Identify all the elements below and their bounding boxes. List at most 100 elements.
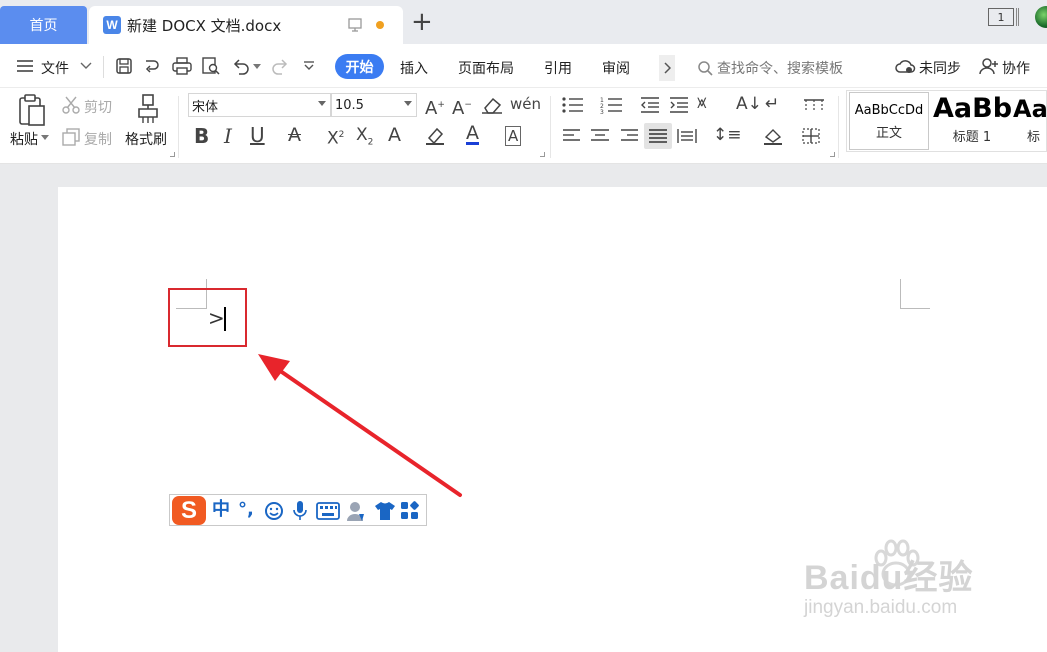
- font-name-value: 宋体: [192, 99, 219, 115]
- window-count-badge[interactable]: 1: [988, 8, 1014, 26]
- tab-insert[interactable]: 插入: [400, 58, 428, 78]
- format-painter-button[interactable]: 格式刷: [125, 129, 167, 149]
- collaborate-icon[interactable]: [979, 57, 999, 75]
- style-sample: Aa: [1013, 95, 1047, 123]
- document-tab-title: 新建 DOCX 文档.docx: [127, 16, 282, 35]
- style-caption: 正文: [875, 126, 902, 141]
- print-icon[interactable]: [172, 57, 192, 75]
- chevron-down-icon: [404, 101, 412, 106]
- style-caption: 标题 1: [952, 130, 992, 145]
- quick-access-more-icon[interactable]: [302, 60, 316, 72]
- command-search[interactable]: 查找命令、搜索模板: [697, 58, 843, 78]
- copy-icon[interactable]: [61, 128, 81, 146]
- clipboard-launcher[interactable]: [170, 152, 175, 157]
- document-tab[interactable]: W 新建 DOCX 文档.docx: [89, 6, 403, 44]
- italic-icon[interactable]: I: [224, 126, 232, 146]
- phonetic-guide-icon[interactable]: wén: [510, 95, 541, 113]
- chevron-down-icon[interactable]: [80, 61, 92, 71]
- redo-icon[interactable]: [270, 57, 290, 75]
- show-marks-icon[interactable]: ↵: [765, 95, 779, 113]
- baidu-paw-watermark-icon: [874, 539, 920, 587]
- chevron-down-icon: [318, 101, 326, 106]
- export-icon[interactable]: [143, 57, 163, 75]
- undo-icon[interactable]: [231, 57, 251, 75]
- svg-text:3: 3: [600, 109, 604, 114]
- copy-button[interactable]: 复制: [84, 129, 112, 149]
- sync-status[interactable]: 未同步: [919, 58, 961, 78]
- ribbon-start: 粘贴 剪切 复制 格式刷 宋体 10.5 A+ A− wén B I U A X…: [0, 88, 1047, 164]
- search-icon: [698, 61, 713, 76]
- increase-indent-icon[interactable]: [668, 96, 690, 114]
- sort-icon[interactable]: A↓: [736, 95, 762, 113]
- distribute-icon[interactable]: [677, 128, 697, 144]
- paragraph-launcher[interactable]: [830, 152, 835, 157]
- paste-dropdown-icon[interactable]: [41, 135, 49, 141]
- file-menu[interactable]: 文件: [41, 58, 69, 78]
- tab-page-layout[interactable]: 页面布局: [458, 58, 514, 78]
- paste-icon[interactable]: [17, 93, 47, 127]
- new-tab-button[interactable]: +: [411, 9, 433, 35]
- superscript-icon[interactable]: X2: [327, 126, 344, 148]
- align-left-icon[interactable]: [562, 128, 582, 144]
- scissors-icon[interactable]: [61, 96, 81, 114]
- divider: [178, 96, 179, 158]
- tab-ruler-icon[interactable]: [803, 98, 825, 112]
- decrease-font-icon[interactable]: A−: [452, 96, 472, 118]
- cut-button[interactable]: 剪切: [84, 97, 112, 117]
- menu-icon[interactable]: [16, 58, 34, 74]
- line-spacing-icon[interactable]: ↕≡: [713, 126, 742, 144]
- decrease-indent-icon[interactable]: [639, 96, 661, 114]
- tab-references[interactable]: 引用: [544, 58, 572, 78]
- chinese-layout-icon[interactable]: ⩙: [697, 94, 707, 112]
- font-color-icon[interactable]: A: [466, 124, 479, 145]
- save-icon[interactable]: [115, 57, 133, 75]
- print-preview-icon[interactable]: [201, 57, 221, 75]
- tab-start[interactable]: 开始: [335, 54, 384, 79]
- divider: [550, 96, 551, 158]
- paste-button[interactable]: 粘贴: [10, 129, 38, 149]
- increase-font-icon[interactable]: A+: [425, 96, 445, 118]
- title-bar: 首页 W 新建 DOCX 文档.docx + 1: [0, 0, 1047, 44]
- shading-icon[interactable]: [762, 127, 784, 145]
- menu-bar: 文件 开始 插入 页面布局 引用 审阅 查找命令、搜索模板 未同步 协作: [0, 44, 1047, 88]
- text-effect-icon[interactable]: A: [388, 126, 401, 145]
- char-border-icon[interactable]: A: [505, 126, 522, 146]
- command-search-placeholder: 查找命令、搜索模板: [717, 61, 843, 77]
- align-right-icon[interactable]: [619, 128, 639, 144]
- font-size-select[interactable]: 10.5: [331, 93, 417, 117]
- bullet-list-icon[interactable]: [561, 96, 585, 114]
- strikethrough-icon[interactable]: A: [288, 126, 301, 145]
- font-name-select[interactable]: 宋体: [188, 93, 331, 117]
- more-tabs-button[interactable]: [659, 55, 675, 81]
- style-gallery: AaBbCcDd 正文 AaBb 标题 1 Aa 标: [846, 90, 1047, 152]
- underline-icon[interactable]: U: [250, 125, 265, 145]
- borders-icon[interactable]: [801, 127, 821, 145]
- window-list-icon[interactable]: [1016, 8, 1019, 26]
- justify-button[interactable]: [644, 123, 672, 149]
- align-center-icon[interactable]: [590, 128, 610, 144]
- collaborate-button[interactable]: 协作: [1002, 58, 1030, 78]
- numbered-list-icon[interactable]: 123: [600, 96, 624, 114]
- style-heading-1[interactable]: AaBb 标题 1: [933, 92, 1013, 150]
- home-tab[interactable]: 首页: [0, 6, 87, 44]
- style-caption: 标: [1027, 130, 1041, 145]
- font-launcher[interactable]: [540, 152, 545, 157]
- subscript-icon[interactable]: X2: [356, 126, 373, 151]
- style-sample: AaBb: [933, 93, 1013, 124]
- divider: [103, 56, 104, 78]
- undo-dropdown-icon[interactable]: [253, 64, 261, 70]
- bold-icon[interactable]: B: [194, 126, 209, 146]
- font-size-value: 10.5: [335, 97, 364, 113]
- style-normal[interactable]: AaBbCcDd 正文: [849, 92, 929, 150]
- clear-format-icon[interactable]: [481, 96, 503, 114]
- style-heading-2[interactable]: Aa 标: [1013, 92, 1047, 150]
- chevron-right-icon: [664, 62, 671, 74]
- tab-review[interactable]: 审阅: [602, 58, 630, 78]
- divider: [838, 96, 839, 158]
- style-sample: AaBbCcDd: [854, 103, 924, 118]
- format-painter-icon[interactable]: [135, 93, 161, 125]
- cloud-sync-icon[interactable]: [894, 57, 916, 75]
- monitor-icon[interactable]: [347, 17, 363, 33]
- highlight-icon[interactable]: [424, 126, 446, 146]
- user-avatar[interactable]: [1035, 6, 1047, 28]
